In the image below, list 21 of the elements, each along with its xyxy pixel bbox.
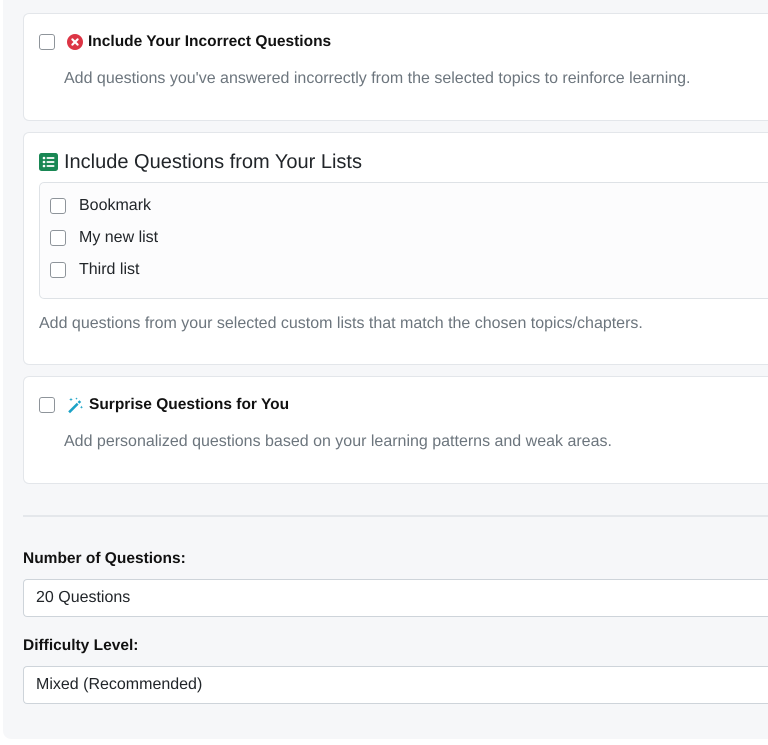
section-heading: Include Questions from Your Lists <box>64 150 362 174</box>
select-field[interactable]: Mixed (Recommended) <box>23 666 768 704</box>
option-title[interactable]: Surprise Questions for You <box>89 394 290 416</box>
option-description: Add questions from your selected custom lists that match the chosen topics/chapters. <box>39 314 644 334</box>
list-label[interactable]: Bookmark <box>79 195 152 217</box>
checkbox[interactable] <box>50 198 66 214</box>
checkbox[interactable] <box>50 230 66 246</box>
option-description: Add personalized questions based on your learning patterns and weak areas. <box>64 432 613 452</box>
list-label[interactable]: Third list <box>79 259 140 281</box>
checkbox[interactable] <box>39 34 55 50</box>
list-label[interactable]: My new list <box>79 227 158 249</box>
field-label: Difficulty Level: <box>23 636 138 656</box>
x-circle-icon <box>67 34 83 50</box>
option-title[interactable]: Include Your Incorrect Questions <box>88 31 332 53</box>
field-label: Number of Questions: <box>23 549 186 569</box>
checkbox[interactable] <box>39 397 55 413</box>
list-icon <box>39 153 58 171</box>
magic-wand-icon <box>67 396 84 414</box>
checkbox[interactable] <box>50 262 66 278</box>
option-description: Add questions you've answered incorrectly from the selected topics to reinforce learning. <box>64 69 692 89</box>
select-field[interactable]: 20 Questions <box>23 579 768 617</box>
